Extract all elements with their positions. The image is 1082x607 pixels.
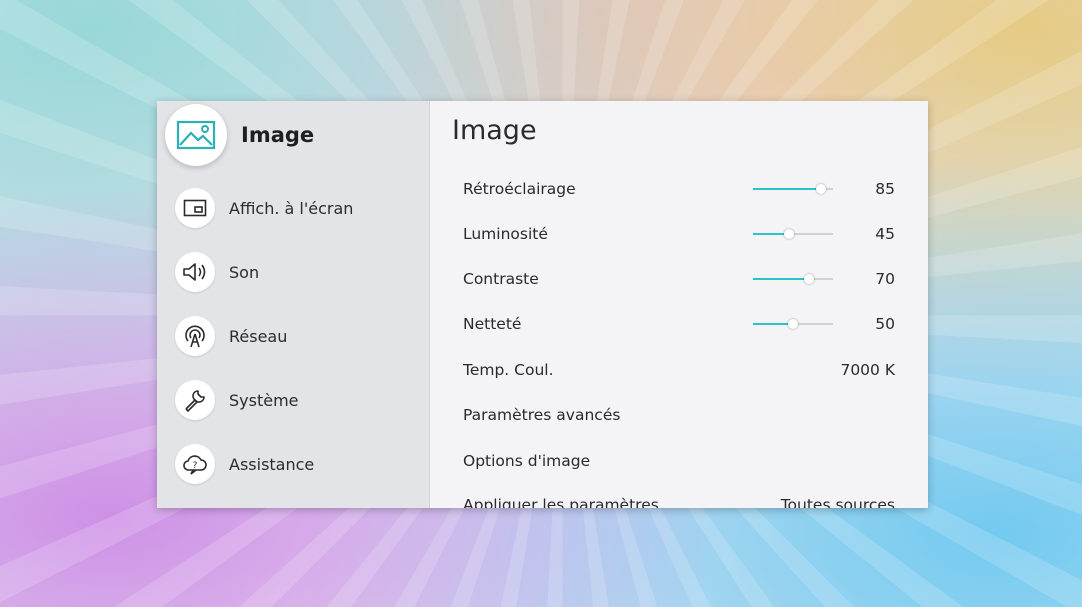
setting-row-nettete[interactable]: Netteté 50 bbox=[463, 309, 895, 339]
sidebar-item-systeme[interactable]: Système bbox=[175, 378, 299, 422]
slider[interactable] bbox=[753, 229, 833, 239]
setting-label: Paramètres avancés bbox=[463, 406, 621, 424]
sidebar-item-son[interactable]: Son bbox=[175, 250, 259, 294]
setting-label: Options d'image bbox=[463, 452, 591, 470]
slider[interactable] bbox=[753, 184, 833, 194]
sidebar-item-label: Réseau bbox=[229, 326, 288, 346]
picture-in-picture-icon bbox=[175, 188, 215, 228]
sidebar: Image Affich. à l'écran Son Réseau Systè… bbox=[157, 101, 430, 508]
sidebar-item-affichage[interactable]: Affich. à l'écran bbox=[175, 186, 353, 230]
setting-value: Toutes sources bbox=[780, 496, 895, 508]
settings-main: Image Rétroéclairage 85 Luminosité 45 Co… bbox=[430, 101, 928, 508]
slider[interactable] bbox=[753, 274, 833, 284]
sidebar-item-assistance[interactable]: ? Assistance bbox=[175, 442, 314, 486]
settings-panel: Image Affich. à l'écran Son Réseau Systè… bbox=[157, 101, 928, 508]
sidebar-item-image[interactable]: Image bbox=[165, 104, 315, 166]
sidebar-item-label: Image bbox=[241, 123, 315, 147]
setting-value: 45 bbox=[875, 225, 895, 243]
slider-knob[interactable] bbox=[784, 229, 794, 239]
slider-knob[interactable] bbox=[804, 274, 814, 284]
setting-value: 50 bbox=[875, 315, 895, 333]
setting-row-contraste[interactable]: Contraste 70 bbox=[463, 264, 895, 294]
setting-row-temp-coul[interactable]: Temp. Coul. 7000 K bbox=[463, 355, 895, 385]
setting-value: 70 bbox=[875, 270, 895, 288]
slider-knob[interactable] bbox=[788, 319, 798, 329]
wrench-icon bbox=[175, 380, 215, 420]
picture-icon bbox=[165, 104, 227, 166]
network-icon bbox=[175, 316, 215, 356]
setting-row-options-image[interactable]: Options d'image bbox=[463, 446, 895, 476]
setting-label: Temp. Coul. bbox=[463, 361, 554, 379]
sidebar-item-label: Son bbox=[229, 262, 260, 282]
slider[interactable] bbox=[753, 319, 833, 329]
sidebar-item-label: Assistance bbox=[229, 454, 315, 474]
setting-row-luminosite[interactable]: Luminosité 45 bbox=[463, 219, 895, 249]
slider-knob[interactable] bbox=[816, 184, 826, 194]
setting-row-parametres-avances[interactable]: Paramètres avancés bbox=[463, 400, 895, 430]
setting-row-retroeclairage[interactable]: Rétroéclairage 85 bbox=[463, 174, 895, 204]
setting-label: Appliquer les paramètres bbox=[463, 496, 659, 508]
setting-value: 85 bbox=[875, 180, 895, 198]
setting-row-appliquer[interactable]: Appliquer les paramètres Toutes sources bbox=[463, 490, 895, 508]
sidebar-item-label: Affich. à l'écran bbox=[229, 198, 354, 218]
page-title: Image bbox=[452, 115, 537, 146]
svg-text:?: ? bbox=[193, 461, 198, 471]
speaker-icon bbox=[175, 252, 215, 292]
setting-label: Contraste bbox=[463, 270, 539, 288]
support-cloud-icon: ? bbox=[175, 444, 215, 484]
setting-label: Rétroéclairage bbox=[463, 180, 576, 198]
setting-label: Luminosité bbox=[463, 225, 548, 243]
setting-value: 7000 K bbox=[840, 361, 895, 379]
setting-label: Netteté bbox=[463, 315, 522, 333]
sidebar-item-label: Système bbox=[229, 390, 299, 410]
sidebar-item-reseau[interactable]: Réseau bbox=[175, 314, 287, 358]
